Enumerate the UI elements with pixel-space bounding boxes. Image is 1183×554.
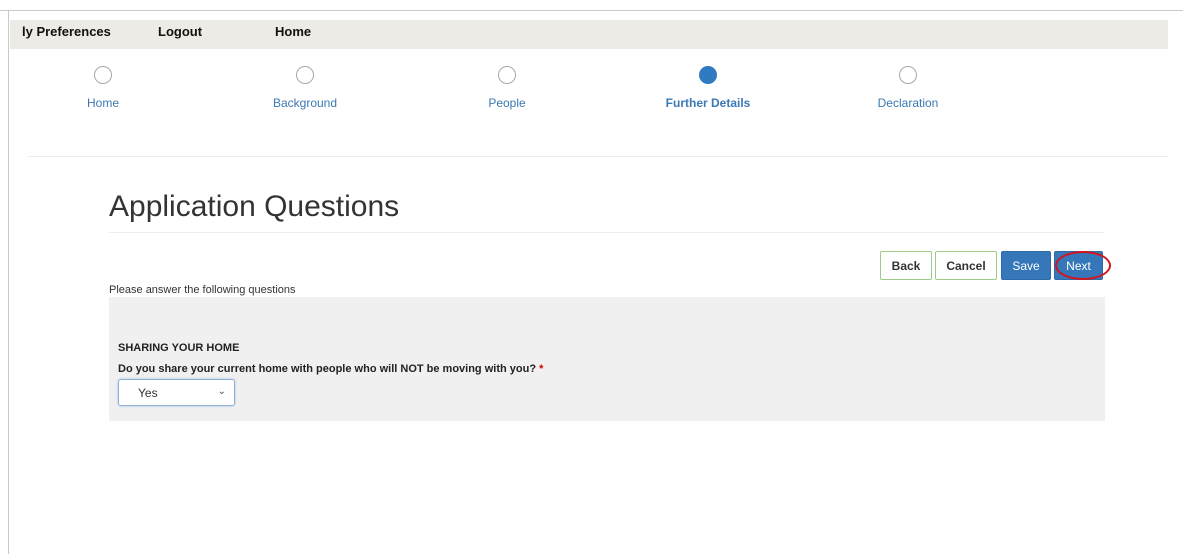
step-background[interactable]: Background [235, 66, 375, 110]
step-circle-icon [94, 66, 112, 84]
section-title: SHARING YOUR HOME [118, 342, 240, 354]
question-text: Do you share your current home with peop… [118, 363, 537, 375]
step-circle-icon [899, 66, 917, 84]
step-label: Background [272, 96, 338, 110]
back-button[interactable]: Back [880, 251, 932, 280]
top-nav-bar: ly Preferences Logout Home [10, 20, 1168, 49]
step-circle-icon [296, 66, 314, 84]
cancel-button[interactable]: Cancel [935, 251, 997, 280]
step-label: Further Details [665, 96, 751, 110]
step-declaration[interactable]: Declaration [838, 66, 978, 110]
nav-link-home[interactable]: Home [275, 24, 311, 39]
step-circle-filled-icon [699, 66, 717, 84]
page-title: Application Questions [109, 190, 400, 223]
stepper-divider [28, 156, 1168, 157]
step-further-details[interactable]: Further Details [638, 66, 778, 110]
progress-stepper: Home Background People Further Details D… [0, 66, 1183, 126]
step-circle-icon [498, 66, 516, 84]
nav-link-my-preferences[interactable]: ly Preferences [22, 24, 111, 39]
step-home[interactable]: Home [33, 66, 173, 110]
step-label: Declaration [877, 96, 939, 110]
next-button[interactable]: Next [1054, 251, 1103, 280]
question-label: Do you share your current home with peop… [118, 363, 543, 375]
share-home-select[interactable]: Yes ⌄ [118, 379, 235, 406]
step-label: People [488, 96, 526, 110]
intro-text: Please answer the following questions [109, 284, 296, 296]
step-people[interactable]: People [437, 66, 577, 110]
required-marker: * [539, 363, 544, 375]
window-top-border [0, 10, 1183, 11]
nav-link-logout[interactable]: Logout [158, 24, 202, 39]
save-button[interactable]: Save [1001, 251, 1051, 280]
questions-panel: SHARING YOUR HOME Do you share your curr… [109, 297, 1105, 421]
step-label: Home [86, 96, 119, 110]
select-value: Yes [138, 386, 158, 400]
title-divider [109, 232, 1104, 233]
chevron-down-icon: ⌄ [217, 386, 226, 397]
